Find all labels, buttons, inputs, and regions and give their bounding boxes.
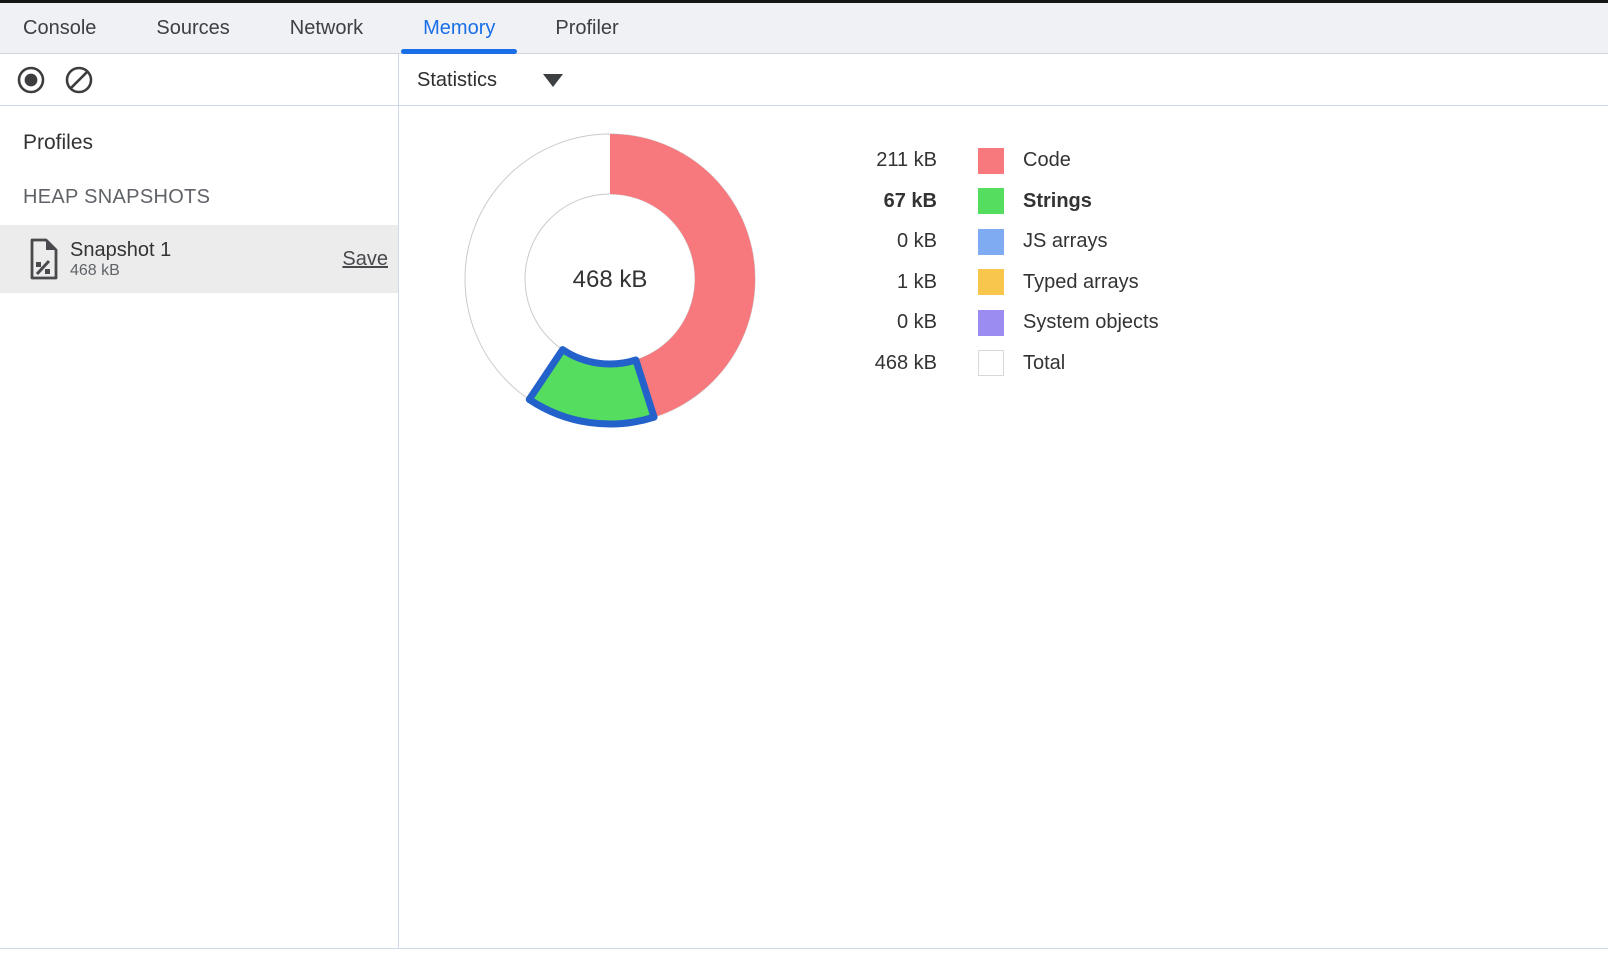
tab-network-label: Network (290, 17, 363, 40)
legend-label-typed-arrays: Typed arrays (1023, 271, 1139, 294)
save-snapshot-link[interactable]: Save (342, 248, 388, 271)
legend-row-code: 211 kB Code (840, 147, 1159, 174)
legend-label-code: Code (1023, 149, 1071, 172)
legend-label-total: Total (1023, 352, 1065, 375)
legend-swatch-js-arrays (978, 229, 1004, 255)
legend-value-system-objects: 0 kB (840, 311, 937, 334)
record-heap-snapshot-button[interactable] (11, 60, 51, 100)
perspective-select[interactable]: Statistics (417, 54, 563, 106)
heap-snapshot-file-icon (28, 237, 60, 281)
tab-sources[interactable]: Sources (134, 3, 251, 53)
legend-row-total: 468 kB Total (840, 350, 1159, 377)
legend-swatch-system-objects (978, 310, 1004, 336)
memory-toolbar: Statistics (0, 54, 1608, 106)
legend-swatch-strings (978, 188, 1004, 214)
legend-row-system-objects: 0 kB System objects (840, 309, 1159, 336)
legend-value-total: 468 kB (840, 352, 937, 375)
snapshot-name: Snapshot 1 (70, 238, 171, 262)
tab-profiler-label: Profiler (555, 17, 618, 40)
chevron-down-icon (543, 74, 563, 87)
legend-label-system-objects: System objects (1023, 311, 1159, 334)
snapshot-size: 468 kB (70, 262, 171, 280)
sidebar-divider (398, 54, 399, 948)
tab-memory[interactable]: Memory (401, 3, 517, 53)
tab-console-label: Console (23, 17, 96, 40)
legend-row-typed-arrays: 1 kB Typed arrays (840, 269, 1159, 296)
clear-profiles-button[interactable] (59, 60, 99, 100)
legend-label-strings: Strings (1023, 190, 1092, 213)
devtools-window: Console Sources Network Memory Profiler … (0, 0, 1608, 954)
legend-row-strings: 67 kB Strings (840, 188, 1159, 215)
legend-swatch-total (978, 350, 1004, 376)
snapshot-text: Snapshot 1 468 kB (70, 238, 171, 280)
profiles-heading: Profiles (23, 131, 93, 155)
sidebar-item-snapshot-1[interactable]: Snapshot 1 468 kB Save (0, 225, 398, 293)
tab-memory-label: Memory (423, 17, 495, 40)
perspective-select-label: Statistics (417, 69, 497, 92)
tab-sources-label: Sources (156, 17, 229, 40)
statistics-legend: 211 kB Code 67 kB Strings 0 kB JS arrays… (840, 147, 1159, 377)
legend-swatch-code (978, 148, 1004, 174)
pane-bottom-border (0, 948, 1608, 949)
legend-value-typed-arrays: 1 kB (840, 271, 937, 294)
donut-segment-strings[interactable] (529, 350, 654, 424)
tab-network[interactable]: Network (268, 3, 385, 53)
tab-console[interactable]: Console (1, 3, 118, 53)
clear-icon (64, 65, 94, 95)
donut-center-total-label: 468 kB (573, 266, 648, 293)
profiles-sidebar: Profiles HEAP SNAPSHOTS Snapshot 1 468 k… (0, 106, 398, 948)
legend-value-strings: 67 kB (840, 190, 937, 213)
legend-value-js-arrays: 0 kB (840, 230, 937, 253)
heap-statistics-donut-chart[interactable]: 468 kB (450, 119, 770, 439)
legend-label-js-arrays: JS arrays (1023, 230, 1107, 253)
record-icon (16, 65, 46, 95)
panel-tab-bar: Console Sources Network Memory Profiler (0, 3, 1608, 54)
heap-snapshots-section-heading: HEAP SNAPSHOTS (23, 186, 210, 209)
legend-swatch-typed-arrays (978, 269, 1004, 295)
legend-row-js-arrays: 0 kB JS arrays (840, 228, 1159, 255)
tab-profiler[interactable]: Profiler (533, 3, 640, 53)
legend-value-code: 211 kB (840, 149, 937, 172)
